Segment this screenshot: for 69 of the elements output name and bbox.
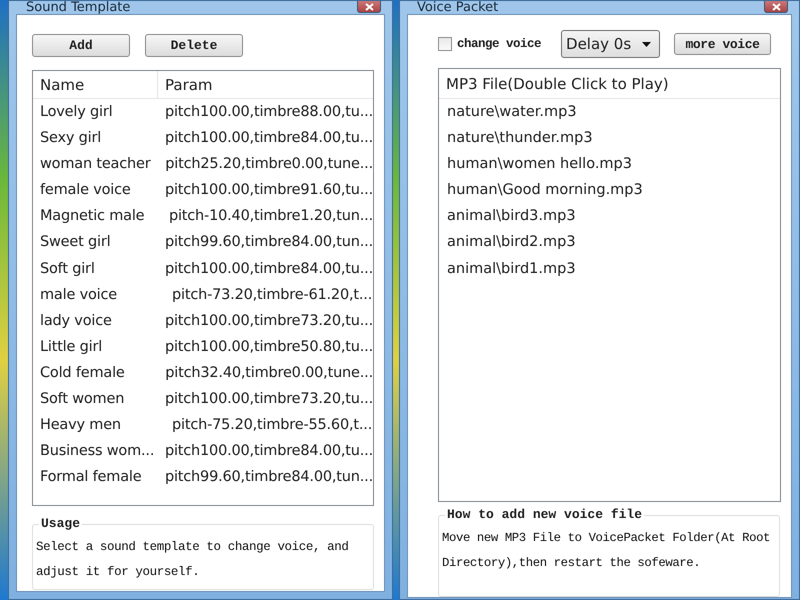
file-list-item[interactable]: animal\bird3.mp3	[439, 203, 780, 230]
table-cell-text: Business wom...	[39, 442, 156, 462]
window-title: Voice Packet	[417, 1, 498, 14]
table-row[interactable]: Sweet girl pitch99.60,timbre84.00,tun...	[33, 229, 373, 256]
table-cell-text: pitch100.00,timbre50.80,tu...	[164, 338, 373, 357]
table-cell-text: pitch100.00,timbre84.00,tu...	[164, 129, 373, 148]
table-row[interactable]: Soft girl pitch100.00,timbre84.00,tu...	[33, 256, 373, 282]
table-row[interactable]: Lovely girl pitch100.00,timbre88.00,tu...	[33, 99, 373, 126]
table-cell-text: pitch100.00,timbre73.20,tu...	[164, 390, 373, 410]
instruction-text: Select a sound template to change voice, and adjust it for yourself.	[36, 539, 350, 581]
table-row[interactable]: female voice pitch100.00,timbre91.60,tu...	[33, 177, 373, 204]
action-button[interactable]: Delete	[145, 34, 243, 57]
delay-dropdown[interactable]: Delay 0s	[561, 30, 660, 58]
file-list-item[interactable]: human\Good morning.mp3	[439, 177, 780, 204]
checkbox-label: change voice	[457, 37, 542, 51]
table-row[interactable]: woman teacher pitch25.20,timbre0.00,tune...	[33, 151, 373, 178]
close-button[interactable]	[764, 1, 788, 13]
action-button[interactable]: Add	[32, 34, 130, 57]
file-list-item[interactable]: animal\bird1.mp3	[439, 256, 780, 282]
table-cell-text: pitch-75.20,timbre-55.60,t...	[171, 416, 373, 436]
table-row[interactable]: Heavy men pitch-75.20,timbre-55.60,t...	[33, 412, 373, 438]
table-cell-text: lady voice	[39, 312, 113, 331]
group-title: Usage	[39, 516, 82, 531]
table-cell-text: pitch99.60,timbre84.00,tun...	[164, 468, 373, 488]
table-row[interactable]: Soft women pitch100.00,timbre73.20,tu...	[33, 386, 373, 412]
table-row[interactable]: Magnetic male pitch-10.40,timbre1.20,tun...	[33, 203, 373, 230]
close-button[interactable]	[357, 1, 381, 13]
table-cell-text: Magnetic male	[39, 207, 146, 226]
table-cell-text: pitch100.00,timbre84.00,tu...	[164, 260, 373, 279]
file-list-item[interactable]: animal\bird2.mp3	[439, 229, 780, 256]
table-cell-text: Little girl	[39, 338, 104, 357]
table-cell-text: male voice	[39, 286, 118, 305]
table-row[interactable]: lady voice pitch100.00,timbre73.20,tu...	[33, 308, 373, 334]
table-cell-text: pitch-73.20,timbre-61.20,t...	[171, 286, 373, 305]
table-cell-text: Soft girl	[39, 260, 96, 279]
table-cell-text: pitch32.40,timbre0.00,tune...	[164, 364, 373, 383]
close-icon	[364, 2, 374, 10]
file-list-item[interactable]: human\women hello.mp3	[439, 151, 780, 178]
table-cell-text: woman teacher	[39, 155, 152, 174]
table-cell-text: pitch100.00,timbre88.00,tu...	[164, 103, 373, 122]
table-cell-text: pitch25.20,timbre0.00,tune...	[164, 155, 373, 174]
table-cell-text: pitch100.00,timbre91.60,tu...	[164, 181, 373, 200]
more-voice-button[interactable]: more voice	[674, 33, 772, 55]
table-cell-text: Formal female	[39, 468, 142, 488]
caret-icon	[642, 42, 652, 46]
checkbox[interactable]	[438, 37, 452, 51]
table-cell-text: Lovely girl	[39, 103, 114, 122]
table-cell-text: female voice	[39, 181, 132, 200]
table-row[interactable]: Business wom... pitch100.00,timbre84.00,tu...	[33, 438, 373, 464]
file-list-item[interactable]: nature\water.mp3	[439, 99, 780, 126]
table-cell-text: Heavy men	[39, 416, 122, 436]
table-row[interactable]: Cold female pitch32.40,timbre0.00,tune...	[33, 360, 373, 386]
instruction-text: Move new MP3 File to VoicePacket Folder(At Root Directory),then restart the sofeware.	[442, 530, 772, 572]
column-header[interactable]: Name	[33, 71, 158, 99]
table-cell-text: Cold female	[39, 364, 126, 383]
window-title: Sound Template	[26, 1, 130, 14]
table-cell-text: Sexy girl	[39, 129, 102, 148]
table-cell-text: Soft women	[39, 390, 126, 410]
table-cell-text: pitch-10.40,timbre1.20,tun...	[168, 207, 373, 226]
table-cell-text: pitch100.00,timbre73.20,tu...	[164, 312, 373, 331]
close-icon	[772, 2, 780, 10]
table-row[interactable]: Sexy girl pitch100.00,timbre84.00,tu...	[33, 125, 373, 152]
table-cell-text: Sweet girl	[39, 233, 112, 252]
table-row[interactable]: Little girl pitch100.00,timbre50.80,tu...	[33, 334, 373, 360]
table-cell-text: pitch99.60,timbre84.00,tun...	[164, 233, 373, 252]
file-list-item[interactable]: nature\thunder.mp3	[439, 125, 780, 152]
table-row[interactable]: male voice pitch-73.20,timbre-61.20,t...	[33, 282, 373, 308]
table-cell-text: pitch100.00,timbre84.00,tu...	[164, 442, 373, 462]
table-row[interactable]: Formal female pitch99.60,timbre84.00,tun...	[33, 464, 373, 490]
